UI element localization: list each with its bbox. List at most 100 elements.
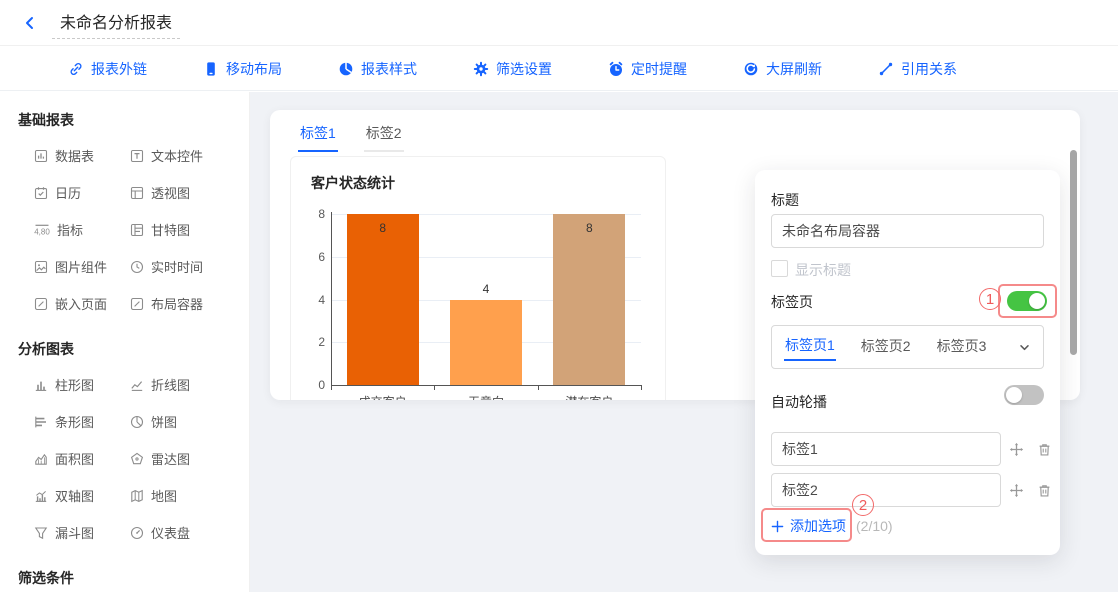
trash-icon[interactable]	[1037, 483, 1052, 498]
toolbar-item-label: 引用关系	[901, 59, 957, 79]
sidebar-section-grid: 柱形图 折线图条形图饼图面积图雷达图双轴图地图漏斗图 仪表盘	[34, 375, 249, 542]
tab-page-option-1[interactable]: 标签页1	[784, 333, 836, 361]
sidebar-item-label: 指标	[57, 220, 83, 239]
sidebar-item-dual-axis[interactable]: 双轴图	[34, 486, 130, 505]
sidebar-section-grid: 数据表 文本控件日历 透视图 4,80 指标 甘特图图片组件 实时时间嵌入页面 布局容器	[34, 146, 249, 313]
sidebar-item-gauge[interactable]: 仪表盘	[130, 523, 249, 542]
widget-sidebar: 基础报表数据表 文本控件日历 透视图 4,80 指标 甘特图图片组件 实时时间嵌入页面 布局容…	[0, 92, 250, 592]
toolbar-item-refresh[interactable]: 大屏刷新	[743, 59, 822, 79]
tabs-toggle[interactable]	[1007, 291, 1047, 311]
sidebar-item-container[interactable]: 布局容器	[130, 294, 249, 313]
chevron-down-icon[interactable]	[1018, 341, 1031, 354]
sidebar-item-label: 日历	[55, 183, 81, 202]
toolbar-item-pie[interactable]: 报表样式	[338, 59, 417, 79]
container-icon	[130, 297, 144, 311]
sidebar-item-label: 甘特图	[151, 220, 190, 239]
column-chart-icon	[34, 378, 48, 392]
toolbar-item-label: 定时提醒	[631, 59, 687, 79]
pie-icon	[338, 61, 354, 77]
pie-chart-icon	[130, 415, 144, 429]
x-axis-tick	[641, 385, 642, 390]
sidebar-item-clock[interactable]: 实时时间	[130, 257, 249, 276]
add-option-button[interactable]: 添加选项	[771, 516, 846, 536]
report-title[interactable]: 未命名分析报表	[52, 6, 180, 39]
container-title-input[interactable]	[771, 214, 1044, 248]
sidebar-item-data-table[interactable]: 数据表	[34, 146, 130, 165]
option-count: (2/10)	[856, 518, 893, 534]
chart-bar[interactable]	[450, 300, 522, 386]
sidebar-item-calendar[interactable]: 日历	[34, 183, 130, 202]
tab-option-input-2[interactable]	[771, 473, 1001, 507]
autoplay-label: 自动轮播	[771, 392, 827, 412]
tab-page-option-3[interactable]: 标签页3	[936, 334, 988, 360]
chart-widget[interactable]: 客户状态统计 024688成交客户4无意向8潜在客户	[290, 156, 666, 400]
sidebar-item-image[interactable]: 图片组件	[34, 257, 130, 276]
sidebar-item-text-widget[interactable]: 文本控件	[130, 146, 249, 165]
svg-text:4,80: 4,80	[34, 227, 50, 236]
chart-bar[interactable]	[553, 214, 625, 385]
sidebar-item-funnel[interactable]: 漏斗图	[34, 523, 130, 542]
tabs-label: 标签页	[771, 292, 813, 312]
sidebar-item-bar-chart[interactable]: 条形图	[34, 412, 130, 431]
sidebar-item-label: 图片组件	[55, 257, 107, 276]
page-header: 未命名分析报表	[0, 0, 1118, 46]
sidebar-item-label: 数据表	[55, 146, 94, 165]
sidebar-item-radar-chart[interactable]: 雷达图	[130, 449, 249, 468]
link-icon	[68, 61, 84, 77]
bar-chart-icon	[34, 415, 48, 429]
sidebar-item-label: 嵌入页面	[55, 294, 107, 313]
sidebar-item-column-chart[interactable]: 柱形图	[34, 375, 130, 394]
tab-page-selector: 标签页1 标签页2 标签页3	[771, 325, 1044, 369]
toggle-knob	[1006, 387, 1022, 403]
autoplay-toggle[interactable]	[1004, 385, 1044, 405]
sidebar-item-pivot[interactable]: 透视图	[130, 183, 249, 202]
sidebar-item-label: 实时时间	[151, 257, 203, 276]
sidebar-item-gantt[interactable]: 甘特图	[130, 220, 249, 239]
x-axis-tick	[331, 385, 332, 390]
back-icon[interactable]	[22, 15, 38, 31]
toolbar-item-alarm[interactable]: 定时提醒	[608, 59, 687, 79]
toolbar-item-gear[interactable]: 筛选设置	[473, 59, 552, 79]
toolbar-item-label: 移动布局	[226, 59, 282, 79]
sidebar-item-label: 文本控件	[151, 146, 203, 165]
canvas-tab-1[interactable]: 标签1	[298, 123, 338, 152]
tab-option-input-1[interactable]	[771, 432, 1001, 466]
x-axis-category-label: 潜在客户	[538, 393, 641, 400]
sidebar-item-map[interactable]: 地图	[130, 486, 249, 505]
canvas-tab-2[interactable]: 标签2	[364, 123, 404, 152]
sidebar-item-embed[interactable]: 嵌入页面	[34, 294, 130, 313]
embed-icon	[34, 297, 48, 311]
show-title-checkbox[interactable]	[771, 260, 788, 277]
sidebar-section-title: 基础报表	[18, 110, 249, 130]
refresh-icon	[743, 61, 759, 77]
y-axis-tick-label: 8	[301, 207, 325, 221]
gear-icon	[473, 61, 489, 77]
y-axis-tick-label: 6	[301, 250, 325, 264]
gantt-icon	[130, 223, 144, 237]
sidebar-item-label: 布局容器	[151, 294, 203, 313]
sidebar-item-area-chart[interactable]: 面积图	[34, 449, 130, 468]
x-axis-tick	[434, 385, 435, 390]
toolbar-item-link[interactable]: 报表外链	[68, 59, 147, 79]
bar-value-label: 8	[331, 221, 434, 235]
x-axis-category-label: 成交客户	[331, 393, 434, 400]
toolbar-item-relation[interactable]: 引用关系	[878, 59, 957, 79]
bar-value-label: 4	[434, 282, 537, 296]
sidebar-item-label: 漏斗图	[55, 523, 94, 542]
toolbar-item-mobile[interactable]: 移动布局	[203, 59, 282, 79]
toolbar-item-label: 报表样式	[361, 59, 417, 79]
sidebar-item-line-chart[interactable]: 折线图	[130, 375, 249, 394]
trash-icon[interactable]	[1037, 442, 1052, 457]
vertical-scrollbar[interactable]	[1070, 150, 1077, 355]
move-icon[interactable]	[1009, 442, 1024, 457]
relation-icon	[878, 61, 894, 77]
sidebar-item-metric[interactable]: 4,80 指标	[34, 220, 130, 239]
sidebar-item-label: 柱形图	[55, 375, 94, 394]
sidebar-item-pie-chart[interactable]: 饼图	[130, 412, 249, 431]
y-axis-tick-label: 4	[301, 293, 325, 307]
tab-page-option-2[interactable]: 标签页2	[860, 334, 912, 360]
move-icon[interactable]	[1009, 483, 1024, 498]
chart-bar[interactable]	[347, 214, 419, 385]
x-axis-line	[331, 385, 641, 386]
bar-chart-plot: 024688成交客户4无意向8潜在客户	[301, 209, 651, 400]
